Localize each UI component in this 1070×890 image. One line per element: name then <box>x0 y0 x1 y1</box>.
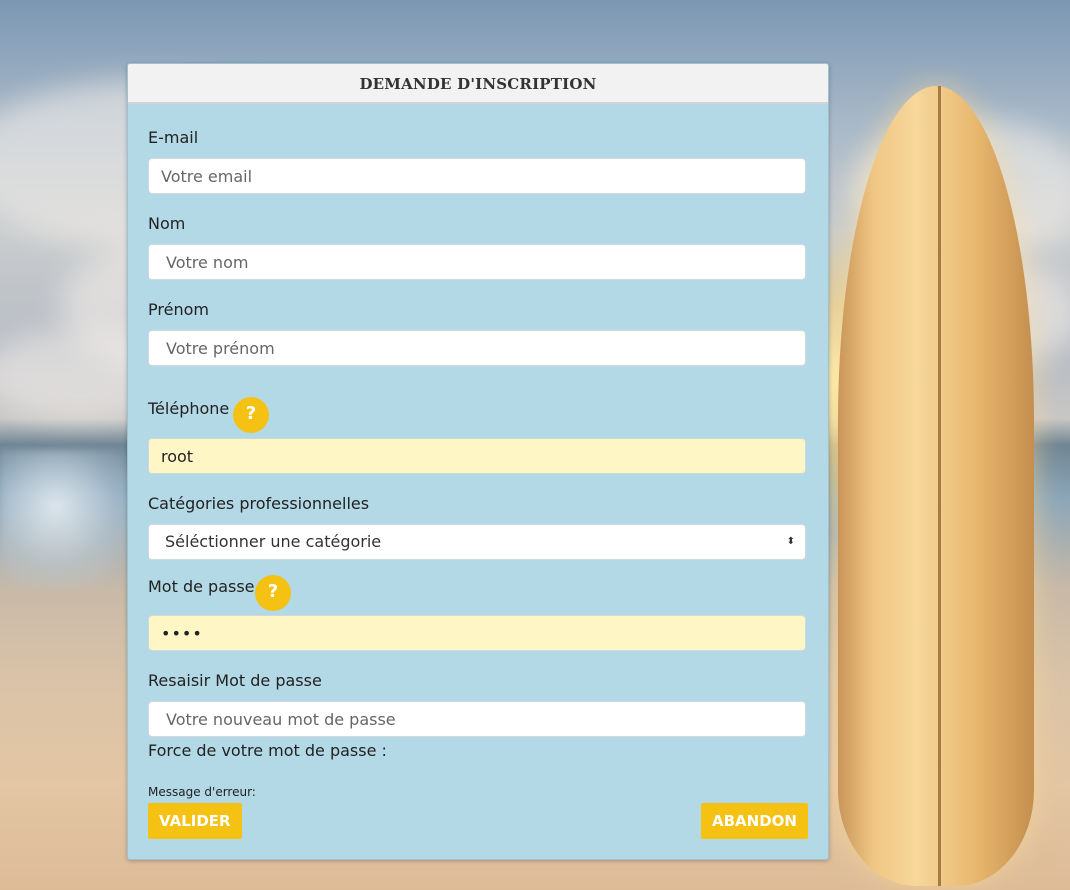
prenom-field[interactable] <box>148 330 806 366</box>
cancel-button[interactable]: ABANDON <box>701 803 808 839</box>
nom-field[interactable] <box>148 244 806 280</box>
password-help-icon[interactable]: ? <box>255 575 291 611</box>
password-strength-label: Force de votre mot de passe : <box>148 741 387 760</box>
categories-select[interactable]: Séléctionner une catégorie ⬍ <box>148 524 806 560</box>
surfboard-image <box>838 86 1034 886</box>
telephone-help-icon[interactable]: ? <box>233 397 269 433</box>
password-confirm-label: Resaisir Mot de passe <box>148 671 322 690</box>
select-arrows-icon: ⬍ <box>786 536 795 547</box>
registration-panel: DEMANDE D'INSCRIPTION E-mail Nom Prénom … <box>127 63 829 860</box>
nom-label: Nom <box>148 214 186 233</box>
sea-foam <box>0 450 140 590</box>
submit-button[interactable]: VALIDER <box>148 803 242 839</box>
error-message-label: Message d'erreur: <box>148 785 256 799</box>
surfboard-stringer <box>938 86 941 886</box>
password-confirm-field[interactable] <box>148 701 806 737</box>
email-label: E-mail <box>148 128 199 147</box>
categories-selected-value: Séléctionner une catégorie <box>165 532 382 551</box>
password-label: Mot de passe <box>148 577 255 596</box>
telephone-label: Téléphone <box>148 399 230 418</box>
panel-title: DEMANDE D'INSCRIPTION <box>128 64 828 104</box>
password-field[interactable] <box>148 615 806 651</box>
email-field[interactable] <box>148 158 806 194</box>
telephone-field[interactable] <box>148 438 806 474</box>
prenom-label: Prénom <box>148 300 209 319</box>
categories-label: Catégories professionnelles <box>148 494 370 513</box>
